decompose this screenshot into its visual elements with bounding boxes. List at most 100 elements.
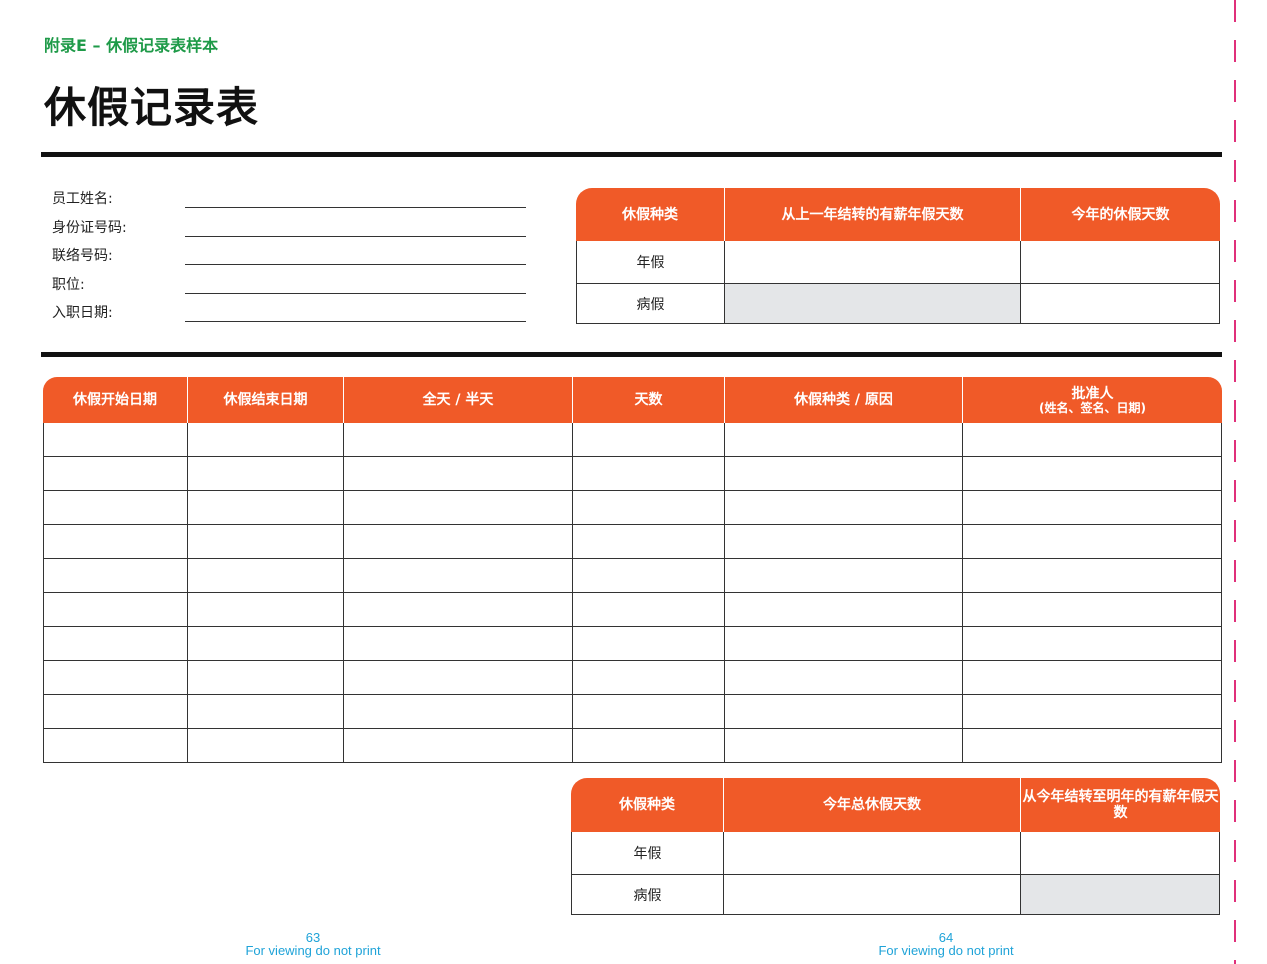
log-cell-type-reason[interactable] [725,491,963,525]
balance-sick-carryover-cell-shaded [725,284,1021,324]
table-row [43,525,1222,559]
table-row [43,729,1222,763]
log-cell-type-reason[interactable] [725,457,963,491]
log-cell-end-date[interactable] [188,457,344,491]
approver-title: 批准人 [1071,385,1114,402]
id-number-label: 身份证号码: [52,219,127,236]
log-cell-full-half-day[interactable] [344,593,573,627]
balance-sick-this-year-cell[interactable] [1021,284,1220,324]
log-cell-days[interactable] [573,593,725,627]
balance-annual-carryover-cell[interactable] [725,241,1021,284]
appendix-label: 附录E – 休假记录表样本 [44,36,219,55]
balance-header-this-year: 今年的休假天数 [1021,188,1220,241]
log-cell-approver[interactable] [963,525,1222,559]
table-row [43,695,1222,729]
log-cell-start-date[interactable] [43,627,188,661]
log-cell-full-half-day[interactable] [344,491,573,525]
log-cell-type-reason[interactable] [725,593,963,627]
log-cell-end-date[interactable] [188,423,344,457]
log-cell-start-date[interactable] [43,661,188,695]
log-cell-approver[interactable] [963,695,1222,729]
log-cell-start-date[interactable] [43,423,188,457]
summary-annual-total-cell[interactable] [724,832,1021,875]
log-cell-days[interactable] [573,661,725,695]
leave-log-table: 休假开始日期 休假结束日期 全天 / 半天 天数 休假种类 / 原因 批准人 (… [43,377,1222,763]
log-cell-full-half-day[interactable] [344,729,573,763]
log-cell-type-reason[interactable] [725,525,963,559]
log-header-type-reason: 休假种类 / 原因 [725,377,963,423]
log-cell-full-half-day[interactable] [344,627,573,661]
log-cell-full-half-day[interactable] [344,457,573,491]
table-row: 病假 [576,284,1220,324]
log-header-approver: 批准人 (姓名、签名、日期) [963,377,1222,423]
contact-number-input-line[interactable] [185,264,526,265]
log-cell-end-date[interactable] [188,593,344,627]
footer-note-left: For viewing do not print [245,943,381,958]
summary-sick-total-cell[interactable] [724,875,1021,915]
log-cell-start-date[interactable] [43,491,188,525]
log-cell-start-date[interactable] [43,559,188,593]
log-cell-type-reason[interactable] [725,695,963,729]
employee-name-input-line[interactable] [185,207,526,208]
leave-summary-table: 休假种类 今年总休假天数 从今年结转至明年的有薪年假天数 年假 病假 [571,778,1220,915]
table-row [43,627,1222,661]
log-cell-start-date[interactable] [43,593,188,627]
id-number-input-line[interactable] [185,235,526,237]
log-cell-days[interactable] [573,627,725,661]
log-cell-end-date[interactable] [188,525,344,559]
log-cell-days[interactable] [573,491,725,525]
log-cell-days[interactable] [573,729,725,763]
table-row [43,491,1222,525]
log-cell-full-half-day[interactable] [344,525,573,559]
log-cell-approver[interactable] [963,627,1222,661]
log-cell-start-date[interactable] [43,695,188,729]
contact-number-field: 联络号码: [52,241,526,270]
balance-annual-label: 年假 [576,241,725,284]
log-cell-start-date[interactable] [43,525,188,559]
employee-name-field: 员工姓名: [52,184,526,213]
log-cell-approver[interactable] [963,457,1222,491]
log-cell-full-half-day[interactable] [344,695,573,729]
log-cell-start-date[interactable] [43,729,188,763]
log-cell-type-reason[interactable] [725,559,963,593]
log-cell-approver[interactable] [963,491,1222,525]
log-cell-end-date[interactable] [188,729,344,763]
table-row [43,559,1222,593]
log-cell-type-reason[interactable] [725,423,963,457]
start-date-input-line[interactable] [185,321,526,322]
log-cell-approver[interactable] [963,593,1222,627]
log-cell-end-date[interactable] [188,627,344,661]
table-row [43,661,1222,695]
log-cell-days[interactable] [573,525,725,559]
log-cell-end-date[interactable] [188,559,344,593]
log-cell-full-half-day[interactable] [344,661,573,695]
log-cell-full-half-day[interactable] [344,559,573,593]
log-cell-days[interactable] [573,423,725,457]
employee-info-section: 员工姓名: 身份证号码: 联络号码: 职位: 入职日期: [52,184,526,327]
start-date-field: 入职日期: [52,298,526,327]
log-cell-end-date[interactable] [188,695,344,729]
log-cell-approver[interactable] [963,661,1222,695]
leave-balance-table: 休假种类 从上一年结转的有薪年假天数 今年的休假天数 年假 病假 [576,188,1220,324]
balance-annual-this-year-cell[interactable] [1021,241,1220,284]
log-cell-days[interactable] [573,695,725,729]
log-cell-days[interactable] [573,559,725,593]
table-row [43,457,1222,491]
log-cell-end-date[interactable] [188,491,344,525]
balance-header-carryover: 从上一年结转的有薪年假天数 [725,188,1021,241]
table-row [43,423,1222,457]
log-cell-type-reason[interactable] [725,627,963,661]
summary-header-total: 今年总休假天数 [724,778,1021,832]
log-header-end-date: 休假结束日期 [188,377,344,423]
log-cell-days[interactable] [573,457,725,491]
log-cell-end-date[interactable] [188,661,344,695]
log-cell-approver[interactable] [963,423,1222,457]
log-cell-approver[interactable] [963,729,1222,763]
position-input-line[interactable] [185,292,526,294]
log-cell-approver[interactable] [963,559,1222,593]
log-cell-full-half-day[interactable] [344,423,573,457]
log-cell-type-reason[interactable] [725,661,963,695]
log-cell-start-date[interactable] [43,457,188,491]
log-cell-type-reason[interactable] [725,729,963,763]
summary-annual-carry-forward-cell[interactable] [1021,832,1220,875]
